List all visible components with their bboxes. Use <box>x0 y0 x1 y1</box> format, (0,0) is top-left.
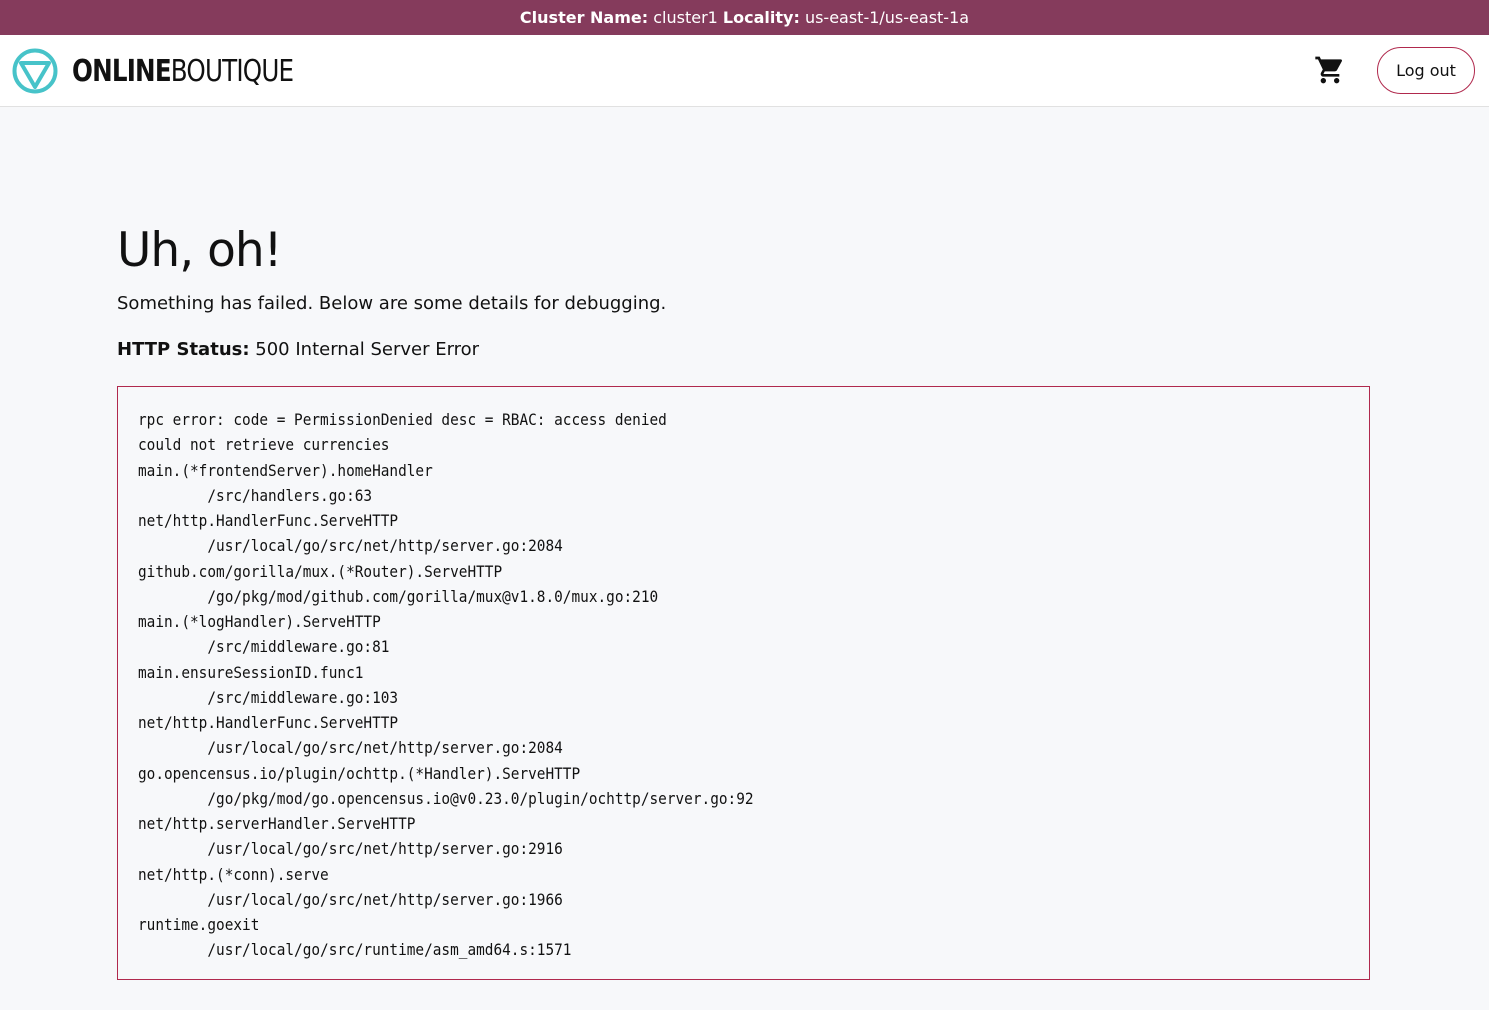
cluster-name-label: Cluster Name: <box>519 8 649 27</box>
http-status-value: 500 Internal Server Error <box>255 339 480 360</box>
error-stack-trace: rpc error: code = PermissionDenied desc … <box>138 407 1228 963</box>
stack-trace-line: main.(*logHandler).ServeHTTP <box>138 612 381 631</box>
shopping-cart-icon <box>1315 56 1343 84</box>
locality-value: us-east-1/us-east-1a <box>804 8 970 27</box>
stack-trace-line: net/http.HandlerFunc.ServeHTTP <box>138 511 399 530</box>
cluster-name-value: cluster1 <box>653 8 718 27</box>
stack-trace-line: net/http.(*conn).serve <box>138 864 329 884</box>
stack-trace-line: /usr/local/go/src/net/http/server.go:208… <box>138 738 563 758</box>
logo-text-online: ONLINE <box>72 53 172 89</box>
stack-trace-line: /usr/local/go/src/net/http/server.go:291… <box>138 839 563 859</box>
logout-button[interactable]: Log out <box>1377 47 1475 94</box>
stack-trace-line: rpc error: code = PermissionDenied desc … <box>138 410 667 429</box>
stack-trace-line: could not retrieve currencies <box>138 435 390 455</box>
locality-label: Locality: <box>722 8 800 27</box>
stack-trace-line: runtime.goexit <box>138 915 260 934</box>
stack-trace-line: /src/handlers.go:63 <box>138 485 373 505</box>
stack-trace-line: /usr/local/go/src/net/http/server.go:196… <box>138 889 563 909</box>
http-status: HTTP Status: 500 Internal Server Error <box>117 336 1370 364</box>
site-header: ONLINEBOUTIQUE <box>0 35 1489 107</box>
cluster-info-bar: Cluster Name: cluster1 Locality: us-east… <box>0 0 1489 35</box>
stack-trace-line: /usr/local/go/src/net/http/server.go:208… <box>138 536 563 556</box>
home-logo-link[interactable]: ONLINEBOUTIQUE <box>12 47 342 95</box>
http-status-label: HTTP Status: <box>117 339 250 360</box>
stack-trace-line: /src/middleware.go:103 <box>138 687 399 707</box>
error-subtitle: Something has failed. Below are some det… <box>117 293 667 314</box>
page-title: Uh, oh! <box>117 223 282 278</box>
stack-trace-line: /go/pkg/mod/github.com/gorilla/mux@v1.8.… <box>138 586 659 606</box>
error-page-content: Uh, oh! Something has failed. Below are … <box>117 220 1370 364</box>
cart-button[interactable] <box>1314 54 1346 86</box>
stack-trace-line: net/http.HandlerFunc.ServeHTTP <box>138 713 399 732</box>
stack-trace-line: /usr/local/go/src/runtime/asm_amd64.s:15… <box>138 940 572 960</box>
stack-trace-line: main.ensureSessionID.func1 <box>138 662 364 682</box>
online-boutique-logo-icon <box>12 48 58 94</box>
stack-trace-line: main.(*frontendServer).homeHandler <box>138 460 433 480</box>
stack-trace-line: github.com/gorilla/mux.(*Router).ServeHT… <box>138 561 503 581</box>
stack-trace-line: go.opencensus.io/plugin/ochttp.(*Handler… <box>138 763 581 783</box>
stack-trace-line: /src/middleware.go:81 <box>138 637 390 657</box>
stack-trace-line: net/http.serverHandler.ServeHTTP <box>138 814 416 833</box>
logo-wordmark: ONLINEBOUTIQUE <box>72 53 294 89</box>
stack-trace-line: /go/pkg/mod/go.opencensus.io@v0.23.0/plu… <box>138 788 754 808</box>
error-details-box: rpc error: code = PermissionDenied desc … <box>117 386 1370 980</box>
logo-text-boutique: BOUTIQUE <box>170 53 294 89</box>
